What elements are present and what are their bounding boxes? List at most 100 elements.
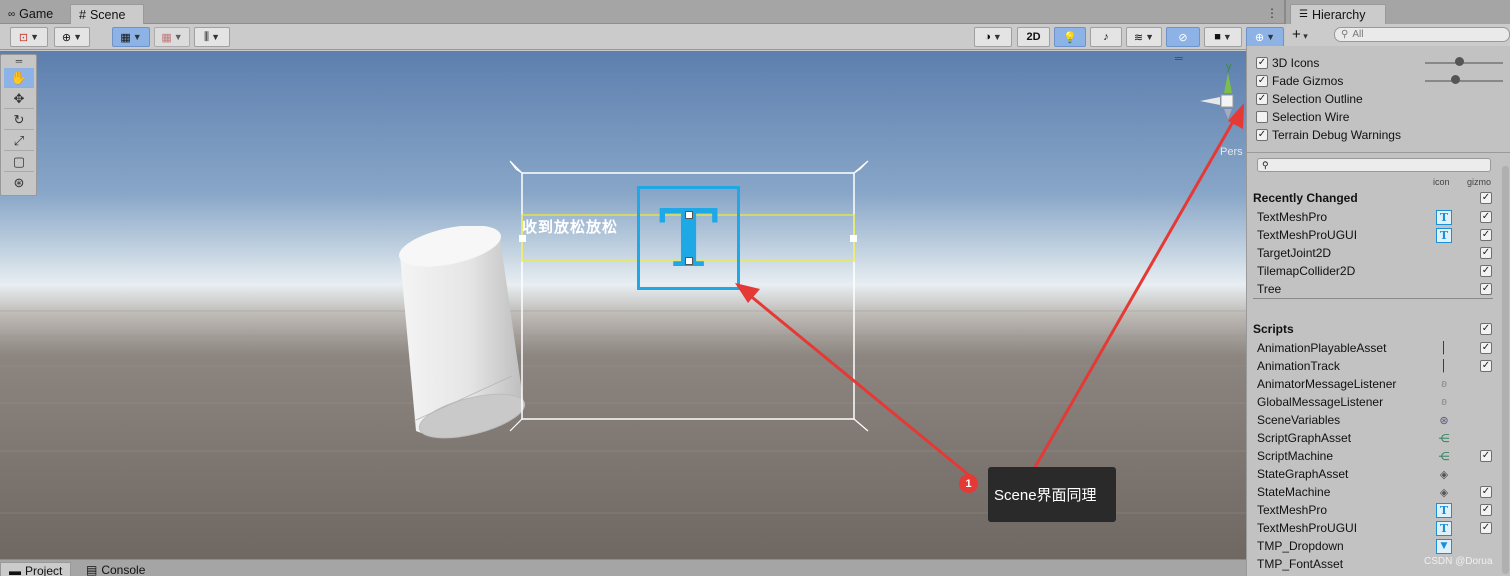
list-item[interactable]: SceneVariables ⊛ [1254, 411, 1494, 429]
globe-icon[interactable]: ⊛ [1436, 413, 1452, 428]
bar-icon[interactable]: │ [1436, 341, 1452, 356]
gizmo-checkbox[interactable]: ✓ [1480, 522, 1492, 534]
snap-settings-dropdown[interactable]: ⫼ ▼ [194, 27, 230, 47]
scene-toolbar: ⊡ ▼ ⊕ ▼ ▦ ▼ ▦ ▼ ⫼ ▼ ◑ ▼ 2D 💡 ♪ ≋ ▼ ⊘ ■ ▼ ⊕ ▼ [0, 24, 1284, 50]
hand-tool-button[interactable]: ✋ [4, 68, 34, 88]
textmeshpro-icon[interactable]: T [1436, 502, 1452, 518]
checkbox[interactable] [1256, 111, 1268, 123]
list-item[interactable]: TextMeshPro T ✓ [1254, 208, 1494, 226]
column-icon-header: icon [1433, 177, 1450, 187]
checkbox[interactable]: ✓ [1256, 57, 1268, 69]
tab-project[interactable]: ▬ Project [0, 562, 72, 576]
camera-settings-dropdown[interactable]: ■ ▼ [1204, 27, 1242, 47]
tab-console[interactable]: ▤ Console [78, 562, 153, 576]
list-item[interactable]: AnimatorMessageListener ʚ [1254, 375, 1494, 393]
list-item[interactable]: TMP_Dropdown ▼ [1254, 537, 1494, 555]
gizmo-checkbox[interactable]: ✓ [1480, 283, 1492, 295]
toggle-2d-button[interactable]: 2D [1017, 27, 1050, 47]
move-tool-button[interactable]: ✥ [4, 89, 34, 109]
global-local-dropdown[interactable]: ⊕ ▼ [54, 27, 90, 47]
sphere-icon: ◑ [984, 31, 991, 43]
grid-snapping-dropdown[interactable]: ▦ ▼ [112, 27, 150, 47]
list-item[interactable]: AnimationTrack │ ✓ [1254, 357, 1494, 375]
item-name: AnimatorMessageListener [1257, 377, 1397, 391]
graph-icon[interactable]: ⋲ [1436, 449, 1452, 464]
slider-thumb[interactable] [1455, 57, 1464, 66]
tab-scene[interactable]: # Scene [70, 4, 144, 24]
bar-icon[interactable]: │ [1436, 359, 1452, 374]
gizmo-checkbox[interactable]: ✓ [1480, 504, 1492, 516]
textmeshpro-icon[interactable]: T [1436, 520, 1452, 536]
gizmo-search-input[interactable]: ⚲ [1257, 158, 1491, 172]
gizmo-checkbox[interactable]: ✓ [1480, 247, 1492, 259]
transform-tool-button[interactable]: ⊛ [4, 173, 34, 193]
graph-icon[interactable]: ⋲ [1436, 431, 1452, 446]
option-selection-wire[interactable]: Selection Wire [1256, 110, 1349, 124]
callout-tooltip: Scene界面同理 [988, 467, 1116, 522]
chevron-down-icon: ▼ [1222, 32, 1232, 42]
option-terrain-debug-warnings[interactable]: ✓ Terrain Debug Warnings [1256, 128, 1401, 142]
tab-hierarchy[interactable]: ☰ Hierarchy [1290, 4, 1386, 24]
item-name: TMP_Dropdown [1257, 539, 1344, 553]
add-button[interactable]: + ▾ [1292, 26, 1308, 43]
fade-slider[interactable] [1425, 80, 1503, 82]
textmeshpro-icon[interactable]: T [1436, 209, 1452, 225]
list-item[interactable]: StateMachine ◈ ✓ [1254, 483, 1494, 501]
gizmo-checkbox[interactable]: ✓ [1480, 486, 1492, 498]
camera-icon: ■ [1214, 31, 1221, 43]
rotate-icon: ↻ [13, 111, 25, 127]
icon-size-slider[interactable] [1425, 62, 1503, 64]
list-item[interactable]: TargetJoint2D ✓ [1254, 244, 1494, 262]
shading-mode-dropdown[interactable]: ◑ ▼ [974, 27, 1012, 47]
rect-tool-button[interactable]: ▢ [4, 152, 34, 172]
state-icon[interactable]: ◈ [1436, 467, 1452, 482]
list-item[interactable]: TilemapCollider2D ✓ [1254, 262, 1494, 280]
tab-game[interactable]: ∞ Game [0, 4, 61, 24]
hierarchy-search-input[interactable]: ⚲ All [1334, 27, 1510, 42]
gizmo-checkbox[interactable]: ✓ [1480, 342, 1492, 354]
checkbox[interactable]: ✓ [1256, 93, 1268, 105]
audio-toggle-button[interactable]: ♪ [1090, 27, 1122, 47]
checkbox[interactable]: ✓ [1256, 129, 1268, 141]
drag-handle-icon[interactable]: ═ [4, 55, 34, 67]
list-item[interactable]: AnimationPlayableAsset │ ✓ [1254, 339, 1494, 357]
checkbox[interactable]: ✓ [1256, 75, 1268, 87]
lighting-toggle-button[interactable]: 💡 [1054, 27, 1086, 47]
state-icon[interactable]: ◈ [1436, 485, 1452, 500]
gizmo-checkbox[interactable]: ✓ [1480, 360, 1492, 372]
increment-snap-dropdown[interactable]: ▦ ▼ [154, 27, 190, 47]
scale-tool-button[interactable]: ⤢ [4, 131, 34, 151]
gizmo-checkbox[interactable]: ✓ [1480, 450, 1492, 462]
list-item[interactable]: ScriptMachine ⋲ ✓ [1254, 447, 1494, 465]
option-selection-outline[interactable]: ✓ Selection Outline [1256, 92, 1363, 106]
rotate-tool-button[interactable]: ↻ [4, 110, 34, 130]
list-item[interactable]: GlobalMessageListener ʚ [1254, 393, 1494, 411]
textmeshpro-icon[interactable]: T [1436, 227, 1452, 243]
kebab-menu-icon[interactable]: ⋮ [1266, 6, 1278, 20]
section-gizmo-checkbox[interactable]: ✓ [1480, 323, 1492, 335]
gizmo-checkbox[interactable]: ✓ [1480, 265, 1492, 277]
ear-icon[interactable]: ʚ [1436, 377, 1452, 392]
gizmos-dropdown[interactable]: ⊕ ▼ [1246, 27, 1284, 47]
dropdown-icon[interactable]: ▼ [1436, 538, 1452, 554]
list-item[interactable]: Tree ✓ [1254, 280, 1494, 298]
globe-icon: ⊕ [61, 31, 72, 44]
scene-visibility-toggle[interactable]: ⊘ [1166, 27, 1200, 47]
section-gizmo-checkbox[interactable]: ✓ [1480, 192, 1492, 204]
list-item[interactable]: StateGraphAsset ◈ [1254, 465, 1494, 483]
ear-icon[interactable]: ʚ [1436, 395, 1452, 410]
option-fade-gizmos[interactable]: ✓ Fade Gizmos [1256, 74, 1343, 88]
slider-thumb[interactable] [1451, 75, 1460, 84]
list-item[interactable]: TextMeshPro T ✓ [1254, 501, 1494, 519]
grid-hash-icon: # [79, 7, 86, 22]
list-item[interactable]: ScriptGraphAsset ⋲ [1254, 429, 1494, 447]
gizmo-checkbox[interactable]: ✓ [1480, 229, 1492, 241]
scrollbar[interactable] [1502, 166, 1509, 574]
draw-mode-dropdown[interactable]: ⊡ ▼ [10, 27, 48, 47]
list-item[interactable]: TextMeshProUGUI T ✓ [1254, 519, 1494, 537]
gizmo-checkbox[interactable]: ✓ [1480, 211, 1492, 223]
option-3d-icons[interactable]: ✓ 3D Icons [1256, 56, 1319, 70]
effects-dropdown[interactable]: ≋ ▼ [1126, 27, 1162, 47]
grid-snap-icon: ▦ [120, 31, 131, 44]
list-item[interactable]: TextMeshProUGUI T ✓ [1254, 226, 1494, 244]
